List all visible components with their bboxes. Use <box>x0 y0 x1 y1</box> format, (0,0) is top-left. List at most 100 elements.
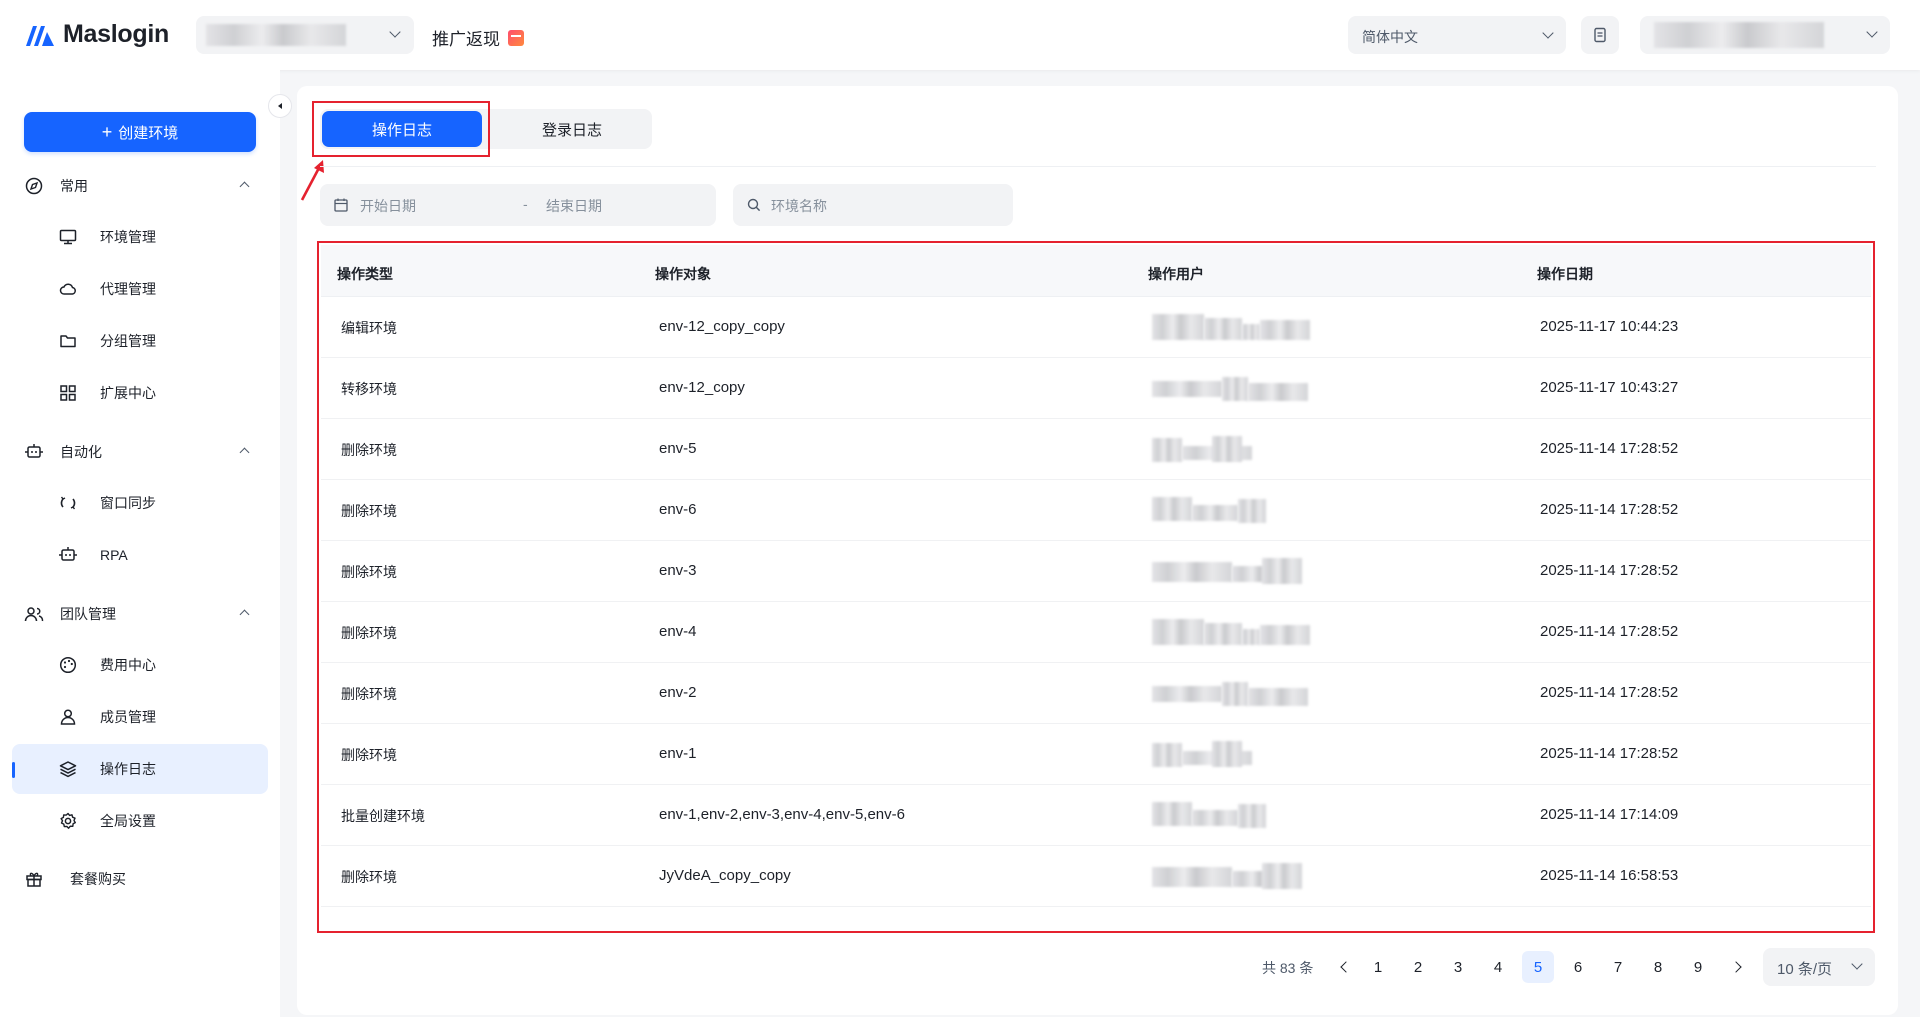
sidebar-item-window-sync[interactable]: 窗口同步 <box>12 478 268 528</box>
sidebar-item-proxies[interactable]: 代理管理 <box>12 264 268 314</box>
promo-link[interactable]: 推广返现 <box>432 25 524 50</box>
redacted-block <box>1152 619 1204 645</box>
sidebar-group-team[interactable]: 团队管理 <box>24 602 256 626</box>
page-button-8[interactable]: 8 <box>1642 951 1674 983</box>
redacted-block <box>1222 682 1248 706</box>
top-header: Maslogin 推广返现 简体中文 <box>0 0 1920 70</box>
gift-box-icon <box>24 869 44 889</box>
cell-operation-target: env-3 <box>659 562 697 579</box>
page-button-3[interactable]: 3 <box>1442 951 1474 983</box>
create-environment-button[interactable]: + 创建环境 <box>24 112 256 152</box>
table-row: 删除环境 env-2 2025-11-14 17:28:52 <box>321 663 1871 724</box>
column-header-user: 操作用户 <box>1148 266 1204 282</box>
account-name-redacted <box>1654 22 1824 48</box>
cell-operation-date: 2025-11-14 17:28:52 <box>1540 440 1679 457</box>
page-button-7[interactable]: 7 <box>1602 951 1634 983</box>
cell-operation-date: 2025-11-14 17:28:52 <box>1540 745 1679 762</box>
table-row: 转移环境 env-12_copy 2025-11-17 10:43:27 <box>321 358 1871 419</box>
sidebar-collapse-button[interactable] <box>268 94 292 118</box>
redacted-block <box>1222 377 1248 401</box>
calendar-icon <box>334 198 348 212</box>
chevron-down-icon <box>1542 27 1554 39</box>
cell-operation-date: 2025-11-17 10:43:27 <box>1540 379 1679 396</box>
sidebar-item-label: 套餐购买 <box>70 871 126 887</box>
redacted-block <box>1152 381 1222 397</box>
cell-operation-target: env-1,env-2,env-3,env-4,env-5,env-6 <box>659 806 905 823</box>
user-account-select[interactable] <box>1640 16 1890 54</box>
sidebar-item-operation-logs[interactable]: 操作日志 <box>12 744 268 794</box>
sidebar-item-members[interactable]: 成员管理 <box>12 692 268 742</box>
sidebar-item-global-settings[interactable]: 全局设置 <box>12 796 268 846</box>
app-logo[interactable]: Maslogin <box>25 20 169 49</box>
cell-operation-target: env-1 <box>659 745 697 762</box>
cell-operation-user-redacted <box>1152 680 1312 706</box>
sidebar-item-groups[interactable]: 分组管理 <box>12 316 268 366</box>
start-date-placeholder[interactable]: 开始日期 <box>360 196 416 216</box>
redacted-block <box>1152 497 1192 521</box>
workspace-select[interactable] <box>196 16 414 54</box>
team-icon <box>24 604 44 624</box>
table-row: 编辑环境 env-12_copy_copy 2025-11-17 10:44:23 <box>321 297 1871 358</box>
chevron-up-icon <box>239 609 250 620</box>
sidebar-item-label: 费用中心 <box>100 657 156 673</box>
page-button-6[interactable]: 6 <box>1562 951 1594 983</box>
group-label: 自动化 <box>60 444 102 460</box>
chevron-down-icon <box>1851 958 1863 970</box>
layers-icon <box>58 759 78 779</box>
cell-operation-target: env-4 <box>659 623 697 640</box>
cell-operation-type: 删除环境 <box>341 869 397 885</box>
end-date-placeholder[interactable]: 结束日期 <box>546 196 602 216</box>
cell-operation-date: 2025-11-17 10:44:23 <box>1540 318 1679 335</box>
sidebar-item-extensions[interactable]: 扩展中心 <box>12 368 268 418</box>
cell-operation-user-redacted <box>1152 619 1312 645</box>
pagination-total: 共 83 条 <box>1262 960 1314 976</box>
redacted-block <box>1248 383 1308 401</box>
language-select[interactable]: 简体中文 <box>1348 16 1566 54</box>
page-button-2[interactable]: 2 <box>1402 951 1434 983</box>
page-size-select[interactable]: 10 条/页 <box>1763 948 1875 986</box>
table-row: 删除环境 env-1 2025-11-14 17:28:52 <box>321 724 1871 785</box>
redacted-block <box>1152 438 1182 462</box>
range-separator: - <box>523 196 528 212</box>
sidebar-item-rpa[interactable]: RPA <box>12 530 268 580</box>
cell-operation-type: 删除环境 <box>341 686 397 702</box>
maslogin-logo-icon <box>26 25 54 46</box>
sidebar-group-automation[interactable]: 自动化 <box>24 440 256 464</box>
create-button-label: 创建环境 <box>118 124 179 142</box>
redacted-block <box>1204 623 1242 645</box>
tab-login-log[interactable]: 登录日志 <box>492 111 652 147</box>
redacted-block <box>1260 320 1310 340</box>
sidebar-item-environments[interactable]: 环境管理 <box>12 212 268 262</box>
cell-operation-type: 删除环境 <box>341 747 397 763</box>
robot-icon <box>58 545 78 565</box>
cell-operation-date: 2025-11-14 17:28:52 <box>1540 684 1679 701</box>
cell-operation-type: 编辑环境 <box>341 320 397 336</box>
redacted-block <box>1212 436 1242 462</box>
cell-operation-type: 删除环境 <box>341 442 397 458</box>
cell-operation-user-redacted <box>1152 558 1312 584</box>
sidebar-group-common[interactable]: 常用 <box>24 174 256 198</box>
table-row: 删除环境 env-5 2025-11-14 17:28:52 <box>321 419 1871 480</box>
document-button[interactable] <box>1581 16 1619 54</box>
table-row: 删除环境 env-4 2025-11-14 17:28:52 <box>321 602 1871 663</box>
cell-operation-type: 删除环境 <box>341 503 397 519</box>
page-button-4[interactable]: 4 <box>1482 951 1514 983</box>
redacted-block <box>1152 562 1232 582</box>
sidebar-item-plan-purchase[interactable]: 套餐购买 <box>24 867 256 891</box>
date-range-picker[interactable]: 开始日期 - 结束日期 <box>320 184 716 226</box>
page-button-9[interactable]: 9 <box>1682 951 1714 983</box>
redacted-block <box>1192 505 1238 521</box>
gift-icon <box>508 29 524 46</box>
page-button-1[interactable]: 1 <box>1362 951 1394 983</box>
environment-search-input[interactable]: 环境名称 <box>733 184 1013 226</box>
redacted-block <box>1152 686 1222 702</box>
column-header-target: 操作对象 <box>655 266 711 282</box>
page-button-5[interactable]: 5 <box>1522 951 1554 983</box>
table-row: 删除环境 env-3 2025-11-14 17:28:52 <box>321 541 1871 602</box>
sidebar-item-billing[interactable]: 费用中心 <box>12 640 268 690</box>
sidebar-item-label: 全局设置 <box>100 813 156 829</box>
sidebar-item-label: 成员管理 <box>100 709 156 725</box>
chevron-up-icon <box>239 181 250 192</box>
sidebar-item-label: 环境管理 <box>100 229 156 245</box>
search-placeholder: 环境名称 <box>771 198 827 214</box>
